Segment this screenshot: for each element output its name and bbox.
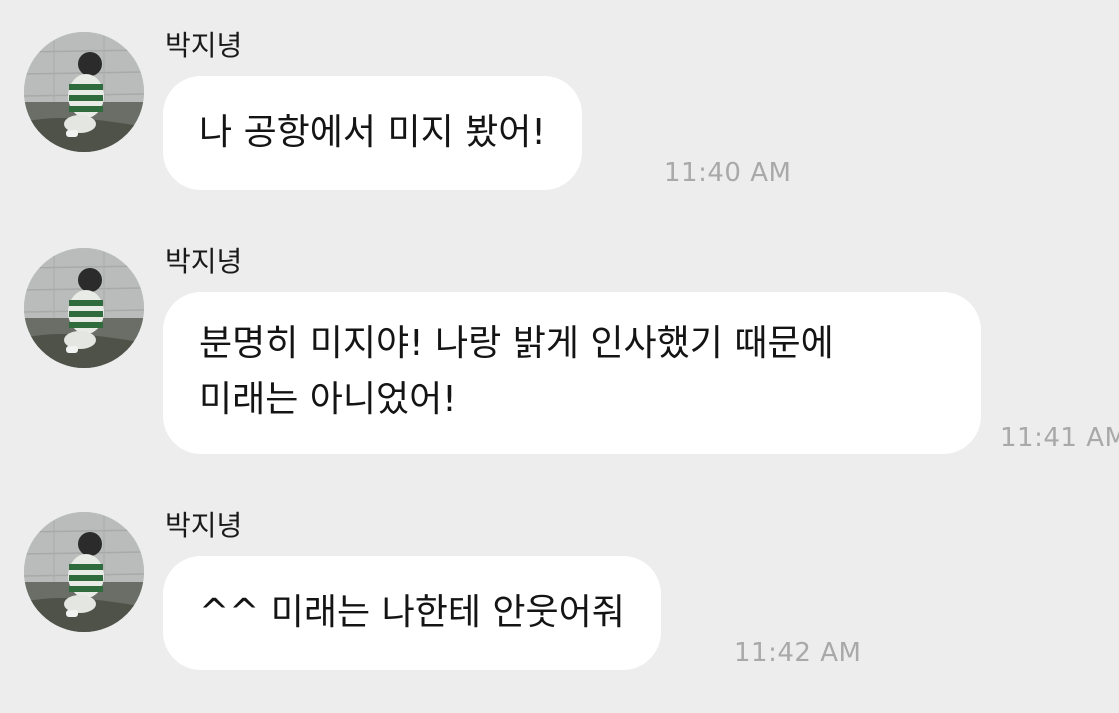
- message-bubble[interactable]: ^^ 미래는 나한테 안웃어줘: [163, 556, 661, 670]
- message-bubble[interactable]: 분명히 미지야! 나랑 밝게 인사했기 때문에 미래는 아니었어!: [163, 292, 981, 454]
- sender-name: 박지녕: [165, 245, 243, 278]
- avatar[interactable]: [24, 32, 144, 152]
- sender-name: 박지녕: [165, 29, 243, 62]
- message-text-line: 미래는 아니었어!: [199, 379, 457, 420]
- avatar[interactable]: [24, 512, 144, 632]
- timestamp: 11:42 AM: [734, 638, 862, 668]
- timestamp: 11:40 AM: [664, 158, 792, 188]
- timestamp: 11:41 AM: [1000, 423, 1119, 453]
- message-text: 나 공항에서 미지 봤어!: [199, 112, 546, 153]
- profile-photo: [24, 32, 144, 152]
- avatar[interactable]: [24, 248, 144, 368]
- profile-photo: [24, 512, 144, 632]
- message-text: ^^ 미래는 나한테 안웃어줘: [199, 592, 625, 633]
- sender-name: 박지녕: [165, 509, 243, 542]
- profile-photo: [24, 248, 144, 368]
- message-bubble[interactable]: 나 공항에서 미지 봤어!: [163, 76, 582, 190]
- message-text-line: 분명히 미지야! 나랑 밝게 인사했기 때문에: [199, 323, 834, 364]
